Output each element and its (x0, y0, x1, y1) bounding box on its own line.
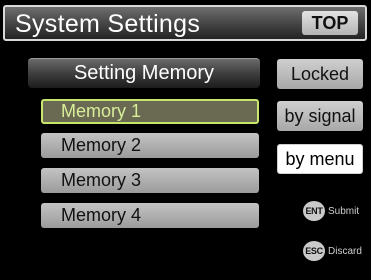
memory-item-1[interactable]: Memory 1 (41, 99, 259, 124)
discard-legend: ESC Discard (303, 241, 362, 261)
locked-button[interactable]: Locked (277, 59, 363, 89)
by-menu-button[interactable]: by menu (277, 144, 363, 174)
title-bar: System Settings TOP (3, 5, 367, 41)
page-title: System Settings (15, 10, 201, 38)
memory-item-3[interactable]: Memory 3 (41, 168, 259, 193)
section-header: Setting Memory (28, 58, 260, 88)
memory-item-2[interactable]: Memory 2 (41, 133, 259, 158)
submit-legend: ENT Submit (303, 201, 359, 221)
memory-item-4[interactable]: Memory 4 (41, 203, 259, 228)
discard-label: Discard (328, 245, 362, 257)
by-signal-button[interactable]: by signal (277, 101, 363, 131)
escape-key-icon: ESC (303, 241, 325, 261)
submit-label: Submit (328, 205, 360, 217)
enter-key-icon: ENT (303, 201, 325, 221)
top-button[interactable]: TOP (302, 11, 358, 35)
